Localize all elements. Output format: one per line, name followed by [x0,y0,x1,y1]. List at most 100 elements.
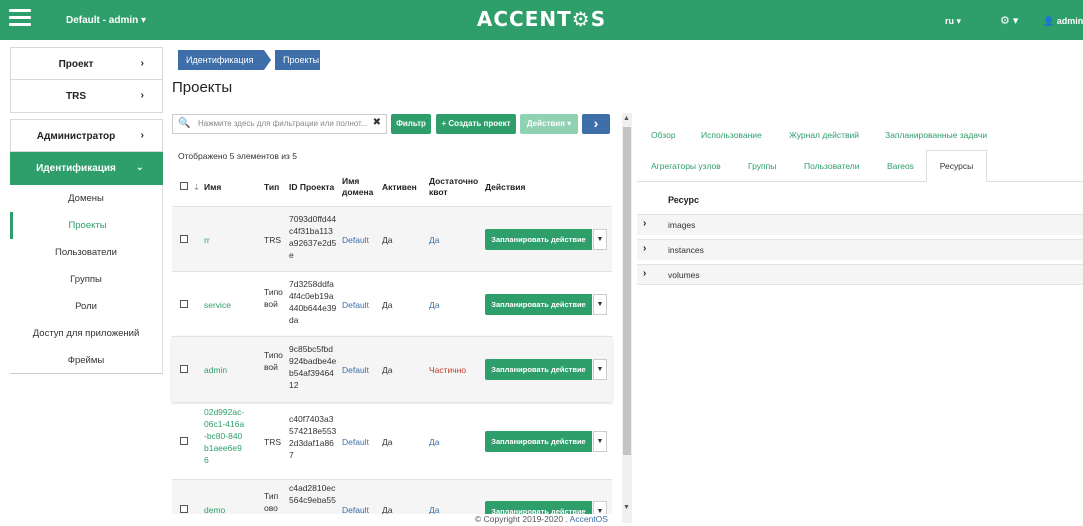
row-action-group: Запланировать действие ▼ [485,431,607,452]
theme-selector[interactable]: ⚙ ▾ [1000,14,1018,27]
col-type[interactable]: Тип [264,182,279,193]
schedule-action-button[interactable]: Запланировать действие [485,294,592,315]
tab-groups[interactable]: Группы [748,161,776,171]
chevron-right-icon: › [140,58,144,69]
caret-down-icon[interactable]: ▼ [593,294,607,315]
table-row: 02d992ac-06c1-416a-bc80-840b1aee6e96 TRS… [172,402,612,479]
quota-link[interactable]: Да [429,299,439,311]
chevron-right-icon[interactable]: › [643,218,646,229]
breadcrumb-identity[interactable]: Идентификация [178,50,264,70]
language-selector[interactable]: ru ▾ [945,16,961,27]
col-name[interactable]: Имя [204,182,221,193]
brand-logo: ACCENT⚙S [476,7,607,31]
table-row: demo Тип ово c4ad2810ec564c9eba55 Defaul… [172,479,612,514]
project-type: Типовой [264,287,283,309]
domain-link[interactable]: Default [342,364,369,376]
caret-down-icon[interactable]: ▼ [593,501,607,514]
domain-link[interactable]: Default [342,436,369,448]
project-name-link[interactable]: admin [204,364,227,376]
vertical-scrollbar[interactable]: ▲ ▼ [622,113,632,523]
sidebar-item-groups[interactable]: Группы [10,266,163,293]
next-page-button[interactable]: › [582,114,610,134]
chevron-right-icon: › [140,130,144,141]
scrollbar-thumb[interactable] [623,127,631,455]
tab-users[interactable]: Пользователи [804,161,859,171]
sidebar-section-label: TRS [66,91,86,102]
sidebar-item-app-credentials[interactable]: Доступ для приложений [10,320,163,347]
sidebar-item-frames[interactable]: Фреймы [10,347,163,374]
row-checkbox[interactable] [180,299,188,311]
quota-link[interactable]: Да [429,436,439,448]
tab-action-log[interactable]: Журнал действий [789,130,859,140]
quota-link[interactable]: Да [429,234,439,246]
sidebar-section-identity[interactable]: Идентификация ⌄ [10,152,163,185]
domain-link[interactable]: Default [342,504,369,514]
filter-button[interactable]: Фильтр [391,114,431,134]
select-all-checkbox[interactable] [180,182,188,193]
project-name-link[interactable]: rr [204,234,210,246]
resource-row[interactable]: › volumes [637,264,1083,285]
tab-overview[interactable]: Обзор [651,130,676,140]
col-active[interactable]: Активен [382,182,417,193]
chevron-right-icon[interactable]: › [643,268,646,279]
resource-row[interactable]: › images [637,214,1083,235]
scroll-down-icon[interactable]: ▼ [623,504,630,511]
sidebar-section-trs[interactable]: TRS › [10,80,163,113]
active-status: Да [382,505,393,514]
project-type: Тип ово [264,491,279,513]
sidebar-item-domains[interactable]: Домены [10,185,163,212]
caret-down-icon[interactable]: ▼ [593,229,607,250]
caret-down-icon[interactable]: ▼ [593,431,607,452]
user-menu[interactable]: 👤 admin ▾ [1043,16,1083,27]
col-project-id[interactable]: ID Проекта [289,182,334,193]
accentos-link[interactable]: AccentOS [570,514,608,524]
sidebar-section-admin[interactable]: Администратор › [10,119,163,152]
tab-bareos[interactable]: Bareos [887,161,914,171]
domain-link[interactable]: Default [342,234,369,246]
active-status: Да [382,437,393,447]
resource-row[interactable]: › instances [637,239,1083,260]
top-navbar: Default - admin ▾ ACCENT⚙S ru ▾ ⚙ ▾ 👤 ad… [0,0,1083,40]
sidebar-section-project[interactable]: Проект › [10,47,163,80]
chevron-right-icon[interactable]: › [643,243,646,254]
table-row: admin Типовой 9c85bc5fbd924badbe4eb54af3… [172,336,612,402]
page-title: Проекты [172,79,233,96]
search-input[interactable]: 🔍 Нажмите здесь для фильтрации или полно… [172,114,387,134]
search-icon: 🔍 [178,118,191,129]
quota-link[interactable]: Частично [429,364,466,376]
tab-scheduled-tasks[interactable]: Запланированные задачи [885,130,987,140]
actions-dropdown[interactable]: Действия ▾ [520,114,578,134]
create-project-button[interactable]: + Создать проект [436,114,516,134]
schedule-action-button[interactable]: Запланировать действие [485,431,592,452]
row-checkbox[interactable] [180,234,188,246]
schedule-action-button[interactable]: Запланировать действие [485,229,592,250]
project-name-link[interactable]: 02d992ac-06c1-416a-bc80-840b1aee6e96 [204,406,246,466]
project-id: c40f7403a3574218e5532d3daf1a867 [289,414,337,460]
caret-down-icon[interactable]: ▼ [593,359,607,380]
quota-link[interactable]: Да [429,504,439,514]
schedule-action-button[interactable]: Запланировать действие [485,359,592,380]
sort-icon[interactable]: ⇣ [193,182,200,193]
scroll-up-icon[interactable]: ▲ [623,115,630,122]
tab-host-aggregates[interactable]: Агрегаторы узлов [651,161,721,171]
schedule-action-button[interactable]: Запланировать действие [485,501,592,514]
col-domain-name[interactable]: Имя домена [342,176,376,198]
tab-usage[interactable]: Использование [701,130,762,140]
domain-link[interactable]: Default [342,299,369,311]
row-checkbox[interactable] [180,504,188,514]
project-name-link[interactable]: service [204,299,231,311]
chevron-right-icon: › [140,90,144,101]
breadcrumb-arrow [264,50,271,70]
row-checkbox[interactable] [180,364,188,376]
col-quota[interactable]: Достаточно квот [429,176,479,198]
row-checkbox[interactable] [180,436,188,448]
sidebar-item-users[interactable]: Пользователи [10,239,163,266]
tab-resources[interactable]: Ресурсы [926,150,987,182]
breadcrumb-projects[interactable]: Проекты [275,50,320,70]
sidebar-item-projects[interactable]: Проекты [10,212,163,239]
clear-icon[interactable]: ✖ [373,117,381,128]
project-name-link[interactable]: demo [204,504,225,514]
sidebar-item-roles[interactable]: Роли [10,293,163,320]
items-count: Отображено 5 элементов из 5 [178,151,297,161]
sidebar-section-label: Проект [58,59,94,70]
